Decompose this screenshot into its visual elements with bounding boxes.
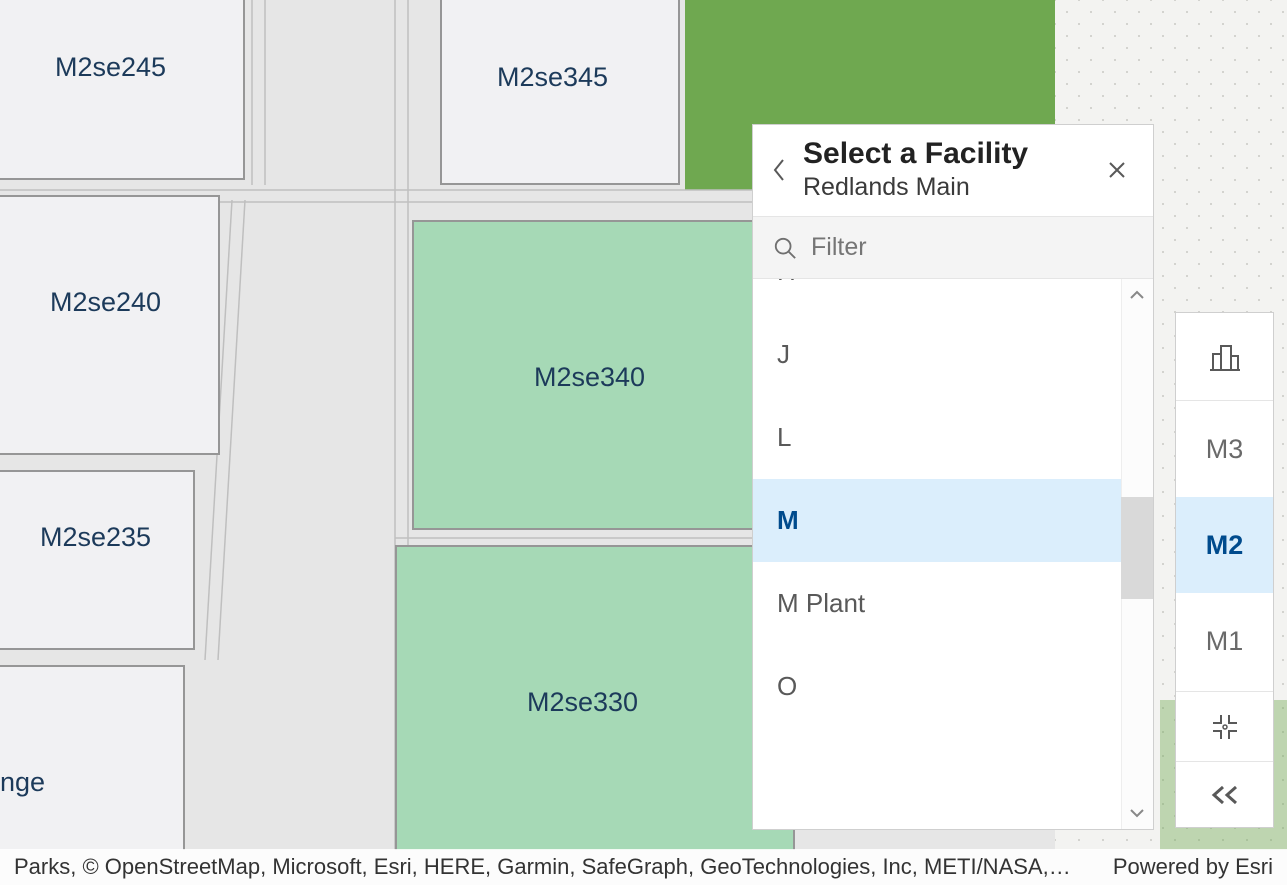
search-icon (773, 235, 797, 261)
buildings-icon (1208, 340, 1242, 374)
chevron-double-left-icon (1208, 783, 1242, 807)
facility-item[interactable]: H (753, 279, 1121, 313)
room-m2se330[interactable]: M2se330 (395, 545, 795, 850)
room-m2se340[interactable]: M2se340 (412, 220, 782, 530)
facility-item[interactable]: M (753, 479, 1121, 562)
zoom-to-icon (1209, 711, 1241, 743)
room-m2se345[interactable]: M2se345 (440, 0, 680, 185)
scrollbar-thumb[interactable] (1121, 497, 1153, 599)
room-label: M2se235 (40, 522, 151, 553)
back-button[interactable] (761, 152, 797, 188)
facility-list: HJLMM PlantO (753, 279, 1153, 829)
room-label: M2se240 (50, 287, 161, 318)
room-m2se245[interactable]: M2se245 (0, 0, 245, 180)
scroll-up-icon[interactable] (1127, 285, 1147, 305)
floor-picker: M3M2M1 (1175, 312, 1274, 828)
facility-item[interactable]: O (753, 645, 1121, 728)
room-label: M2se245 (55, 52, 166, 83)
facility-selector-panel: Select a Facility Redlands Main HJLMM Pl… (752, 124, 1154, 830)
room-m2se235[interactable]: M2se235 (0, 470, 195, 650)
floor-level[interactable]: M2 (1176, 497, 1273, 593)
floor-level[interactable]: M1 (1176, 593, 1273, 689)
chevron-left-icon (772, 158, 786, 182)
scroll-down-icon[interactable] (1127, 803, 1147, 823)
facility-item[interactable]: L (753, 396, 1121, 479)
attribution-text: Parks, © OpenStreetMap, Microsoft, Esri,… (14, 854, 1071, 880)
close-icon (1107, 160, 1127, 180)
room-label: nge (0, 767, 45, 798)
facility-item[interactable]: J (753, 313, 1121, 396)
filter-row (753, 217, 1153, 279)
collapse-button[interactable] (1176, 761, 1273, 827)
scrollbar-track[interactable] (1121, 279, 1153, 829)
room-label: M2se340 (534, 362, 645, 393)
attribution-bar: Parks, © OpenStreetMap, Microsoft, Esri,… (0, 849, 1287, 885)
floor-level[interactable]: M3 (1176, 401, 1273, 497)
close-button[interactable] (1099, 152, 1135, 188)
panel-subtitle: Redlands Main (803, 173, 1099, 202)
room-label: M2se345 (497, 62, 608, 93)
filter-input[interactable] (811, 233, 1133, 262)
browse-facilities-button[interactable] (1176, 313, 1273, 401)
panel-header: Select a Facility Redlands Main (753, 125, 1153, 217)
powered-by[interactable]: Powered by Esri (1113, 854, 1273, 880)
room-label: M2se330 (527, 687, 638, 718)
room-m2se240[interactable]: M2se240 (0, 195, 220, 455)
zoom-to-button[interactable] (1176, 691, 1273, 761)
facility-item[interactable]: M Plant (753, 562, 1121, 645)
room-lounge[interactable]: nge (0, 665, 185, 850)
panel-title: Select a Facility (803, 137, 1099, 171)
